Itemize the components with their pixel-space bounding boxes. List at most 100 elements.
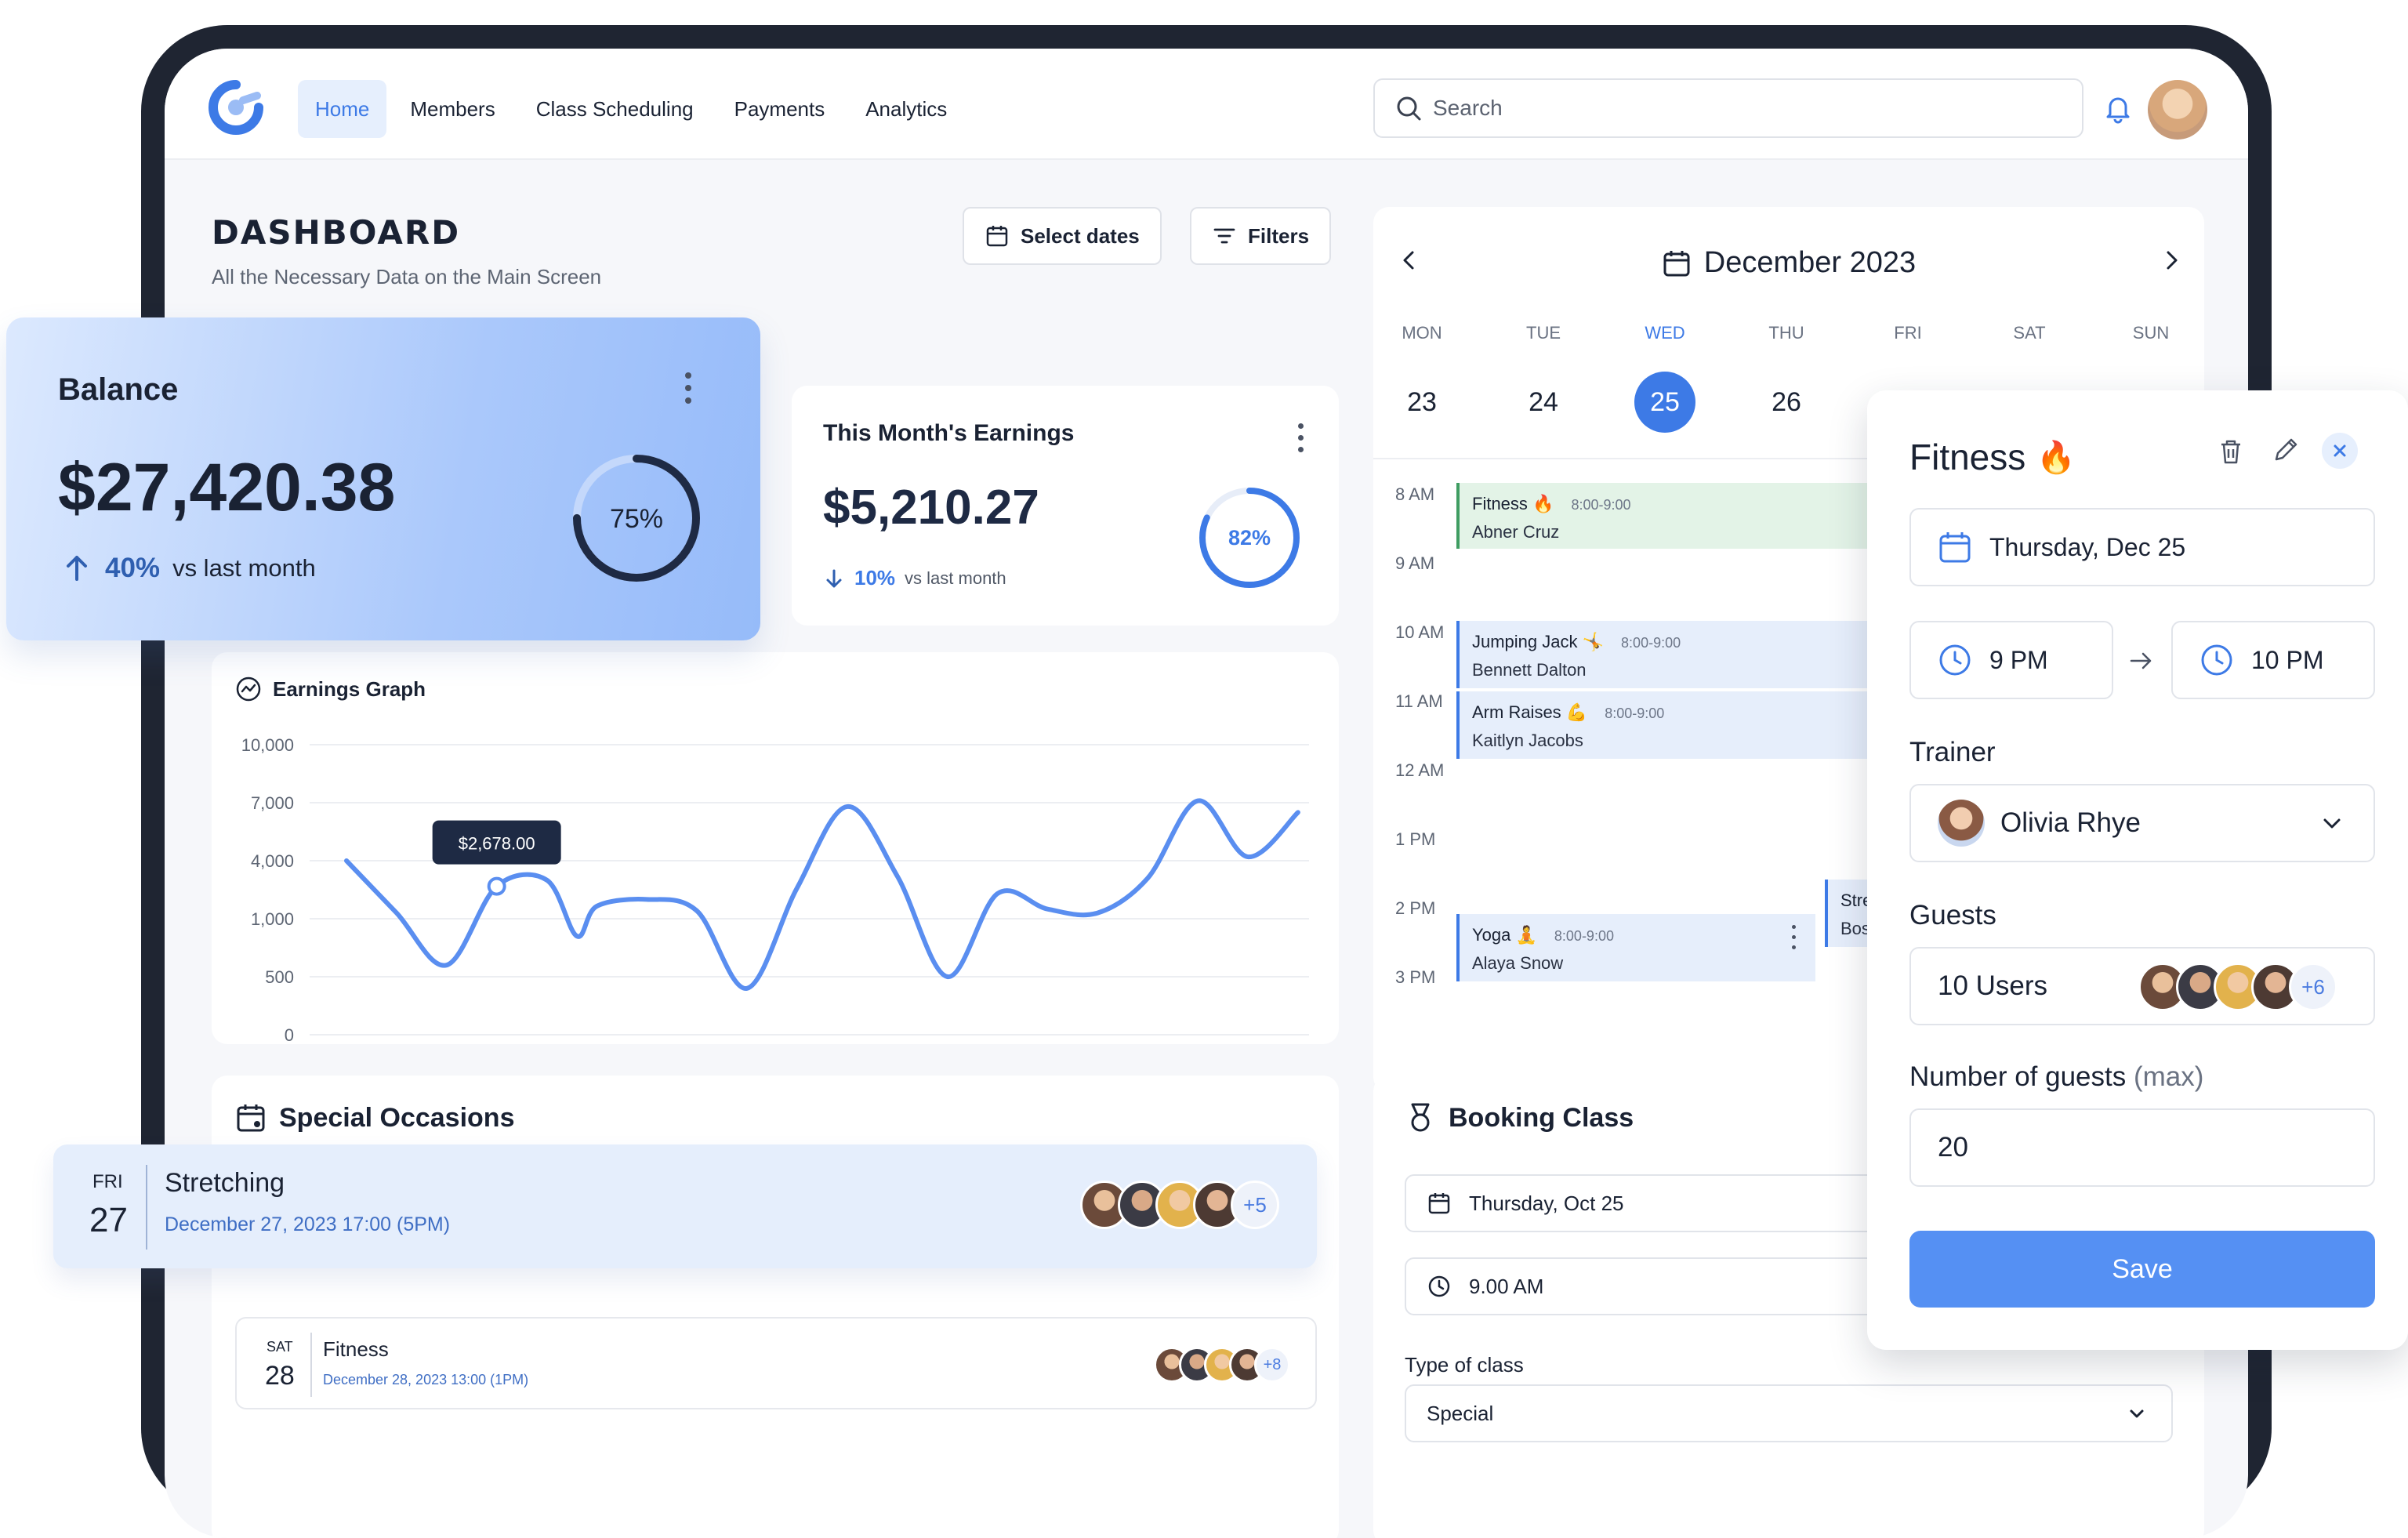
time-2pm: 2 PM (1395, 898, 1436, 918)
event-fitness-time: 8:00-9:00 (1571, 497, 1631, 513)
guests-field[interactable]: 10 Users +6 (1909, 947, 2375, 1025)
earnings-line-chart: 10,0007,0004,0001,0005000JANFEBMARAPRMAY… (241, 735, 1309, 1044)
trash-icon[interactable] (2215, 436, 2247, 467)
page-title: DASHBOARD (212, 213, 461, 252)
trainer-select[interactable]: Olivia Rhye (1909, 784, 2375, 862)
page-subtitle: All the Necessary Data on the Main Scree… (212, 265, 602, 288)
clock-icon (1939, 644, 1971, 676)
nav-class-scheduling[interactable]: Class Scheduling (519, 80, 711, 138)
edit-icon[interactable] (2270, 434, 2301, 466)
save-button[interactable]: Save (1909, 1231, 2375, 1308)
booking-title: Booking Class (1405, 1102, 1634, 1134)
dow-sat: SAT (2013, 323, 2046, 343)
filters-label: Filters (1248, 223, 1310, 248)
time-11am: 11 AM (1395, 691, 1443, 711)
occasion-date: December 27, 2023 17:00 (5PM) (165, 1213, 451, 1235)
day-24[interactable]: 24 (1513, 372, 1574, 433)
y-tick-label: 7,000 (251, 793, 294, 813)
more-guests-badge[interactable]: +6 (2289, 963, 2337, 1011)
booking-type-select[interactable]: Special (1405, 1384, 2173, 1442)
occasion-divider (146, 1165, 147, 1250)
occasion-divider (310, 1333, 312, 1397)
event-yoga-person: Alaya Snow (1472, 953, 1564, 973)
calendar-month: December 2023 (1373, 246, 2204, 280)
event-title: Fitness 🔥 (1909, 436, 2076, 478)
event-yoga-name: Yoga (1472, 925, 1511, 945)
fire-icon: 🔥 (1532, 494, 1554, 513)
event-detail-panel: Fitness 🔥 Thursday, Dec 25 9 PM 10 PM Tr… (1867, 390, 2408, 1350)
start-time-field[interactable]: 9 PM (1909, 621, 2113, 699)
event-yoga[interactable]: Yoga 🧘 8:00-9:00 Alaya Snow (1456, 914, 1815, 981)
search-input[interactable]: Search (1373, 78, 2083, 138)
guests-label: Guests (1909, 900, 1996, 930)
more-guests-badge[interactable]: +5 (1231, 1181, 1279, 1229)
earnings-graph-card: Earnings Graph 10,000 7,000 4,000 1,000 500 0… (212, 652, 1339, 1044)
filters-button[interactable]: Filters (1190, 207, 1332, 265)
day-25-selected[interactable]: 25 (1634, 372, 1695, 433)
dow-fri: FRI (1894, 323, 1922, 343)
occasion-name: Stretching (165, 1168, 285, 1198)
event-date-field[interactable]: Thursday, Dec 25 (1909, 508, 2375, 586)
logo-icon (209, 80, 263, 135)
nav-payments[interactable]: Payments (717, 80, 843, 138)
nav-members[interactable]: Members (393, 80, 512, 138)
balance-change-note: vs last month (172, 554, 316, 582)
end-time-field[interactable]: 10 PM (2171, 621, 2375, 699)
occasion-dow: FRI (92, 1171, 123, 1192)
max-guests-value: 20 (1938, 1132, 1968, 1163)
dow-tue: TUE (1526, 323, 1561, 343)
close-button[interactable] (2322, 433, 2358, 469)
y-tick-label: 1,000 (251, 909, 294, 929)
top-bar: Home Members Class Scheduling Payments A… (165, 49, 2248, 160)
calendar-heart-icon (237, 1105, 265, 1132)
dow-wed: WED (1645, 323, 1685, 343)
arrow-up-icon (67, 556, 87, 581)
earnings-more-icon[interactable] (1298, 423, 1304, 452)
muscle-icon: 💪 (1565, 702, 1588, 722)
time-12am: 12 AM (1395, 760, 1445, 780)
chevron-right-icon[interactable] (2157, 246, 2185, 274)
search-icon (1397, 96, 1421, 121)
event-yoga-time: 8:00-9:00 (1554, 928, 1614, 944)
main-nav: Home Members Class Scheduling Payments A… (298, 80, 964, 138)
balance-title: Balance (58, 372, 179, 407)
dow-mon: MON (1402, 323, 1442, 343)
occasion-item[interactable]: FRI 27 Stretching December 27, 2023 17:0… (53, 1144, 1317, 1268)
balance-amount: $27,420.38 (58, 450, 396, 525)
max-guests-label-text: Number of guests (1909, 1061, 2127, 1092)
day-26[interactable]: 26 (1756, 372, 1817, 433)
balance-progress-ring: 75% (573, 455, 700, 582)
day-23[interactable]: 23 (1391, 372, 1452, 433)
select-dates-button[interactable]: Select dates (963, 207, 1162, 265)
max-guests-input[interactable]: 20 (1909, 1108, 2375, 1187)
yoga-icon: 🧘 (1515, 925, 1537, 945)
booking-type-label: Type of class (1405, 1353, 1524, 1377)
booking-title-text: Booking Class (1449, 1102, 1634, 1133)
more-guests-badge[interactable]: +8 (1254, 1347, 1290, 1383)
occasion-item[interactable]: SAT 28 Fitness December 28, 2023 13:00 (… (235, 1317, 1317, 1409)
nav-home[interactable]: Home (298, 80, 387, 138)
occasions-title: Special Occasions (235, 1102, 515, 1134)
event-yoga-more-icon[interactable] (1792, 925, 1798, 949)
y-tick-label: 0 (285, 1025, 294, 1044)
nav-analytics[interactable]: Analytics (848, 80, 964, 138)
event-fitness-name: Fitness (1472, 494, 1528, 513)
time-9am: 9 AM (1395, 553, 1435, 573)
occasion-name: Fitness (323, 1337, 389, 1361)
balance-more-icon[interactable] (685, 372, 691, 404)
chevron-down-icon (2323, 818, 2341, 829)
earnings-progress-label: 82% (1228, 526, 1271, 550)
time-10am: 10 AM (1395, 622, 1445, 642)
trainer-label: Trainer (1909, 737, 1996, 767)
y-tick-label: 10,000 (241, 735, 294, 755)
filter-icon (1213, 228, 1235, 244)
y-tick-label: 4,000 (251, 851, 294, 871)
bell-icon[interactable] (2102, 92, 2134, 124)
earnings-amount: $5,210.27 (823, 481, 1039, 535)
time-3pm: 3 PM (1395, 967, 1436, 987)
user-avatar[interactable] (2148, 80, 2207, 140)
earnings-progress-ring: 82% (1199, 488, 1300, 588)
time-8am: 8 AM (1395, 484, 1435, 504)
dow-sun: SUN (2132, 323, 2170, 343)
guest-avatars: +6 (2138, 963, 2337, 1011)
